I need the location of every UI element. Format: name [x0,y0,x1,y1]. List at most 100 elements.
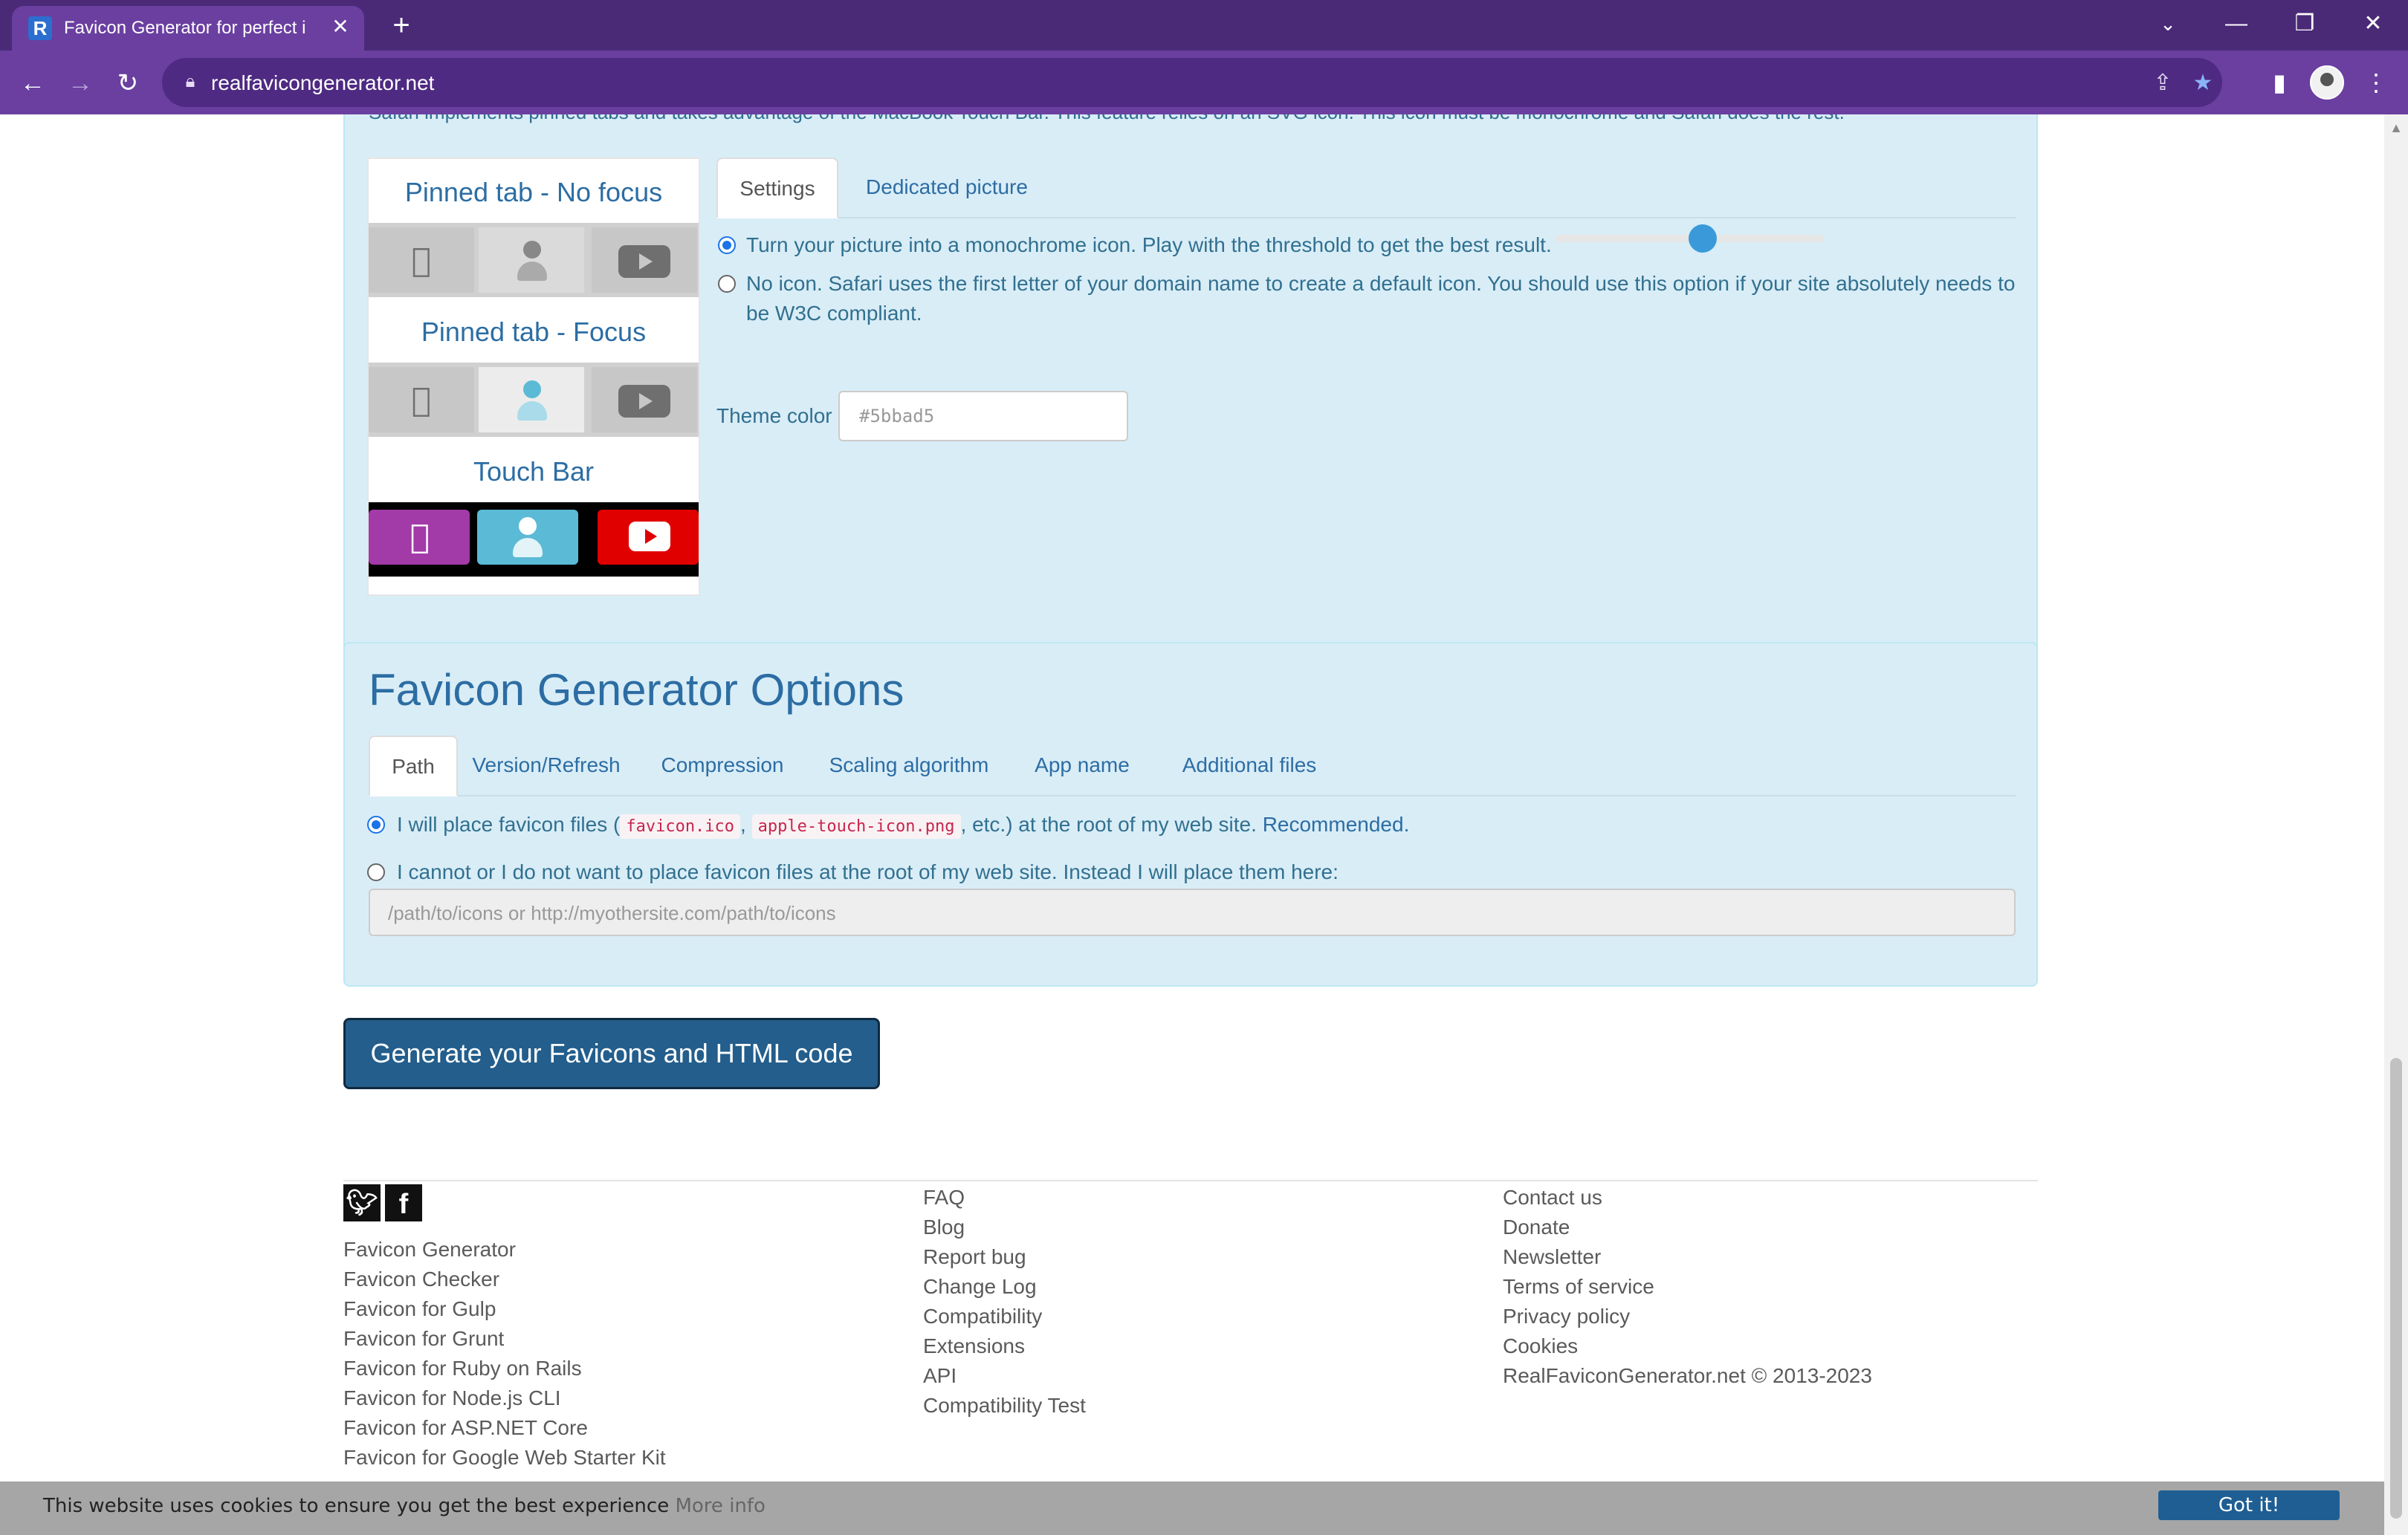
threshold-slider-knob[interactable] [1689,224,1718,253]
cookie-message: This website uses cookies to ensure you … [43,1495,670,1517]
theme-color-input[interactable]: #5bbad5 [838,391,1128,441]
threshold-slider[interactable] [1555,224,1824,253]
options-tabs: Path Version/Refresh Compression Scaling… [369,736,2016,796]
twitter-icon[interactable]: 🐦︎ [343,1184,381,1221]
tab-settings[interactable]: Settings [716,158,838,218]
address-bar[interactable]: 🔒︎ realfavicongenerator.net ⇪ ★ [162,58,2222,107]
tab-version-refresh[interactable]: Version/Refresh [458,736,635,796]
safari-preview: Pinned tab - No focus  Pinned tab - Foc… [367,158,700,596]
footer-link[interactable]: Contact us [1503,1186,1602,1210]
copyright-text: RealFaviconGenerator.net © 2013-2023 [1503,1364,1872,1387]
options-title: Favicon Generator Options [369,665,904,715]
tab-title: Favicon Generator for perfect i [64,18,306,38]
footer-link[interactable]: Newsletter [1503,1245,1601,1269]
youtube-icon [618,245,670,278]
pinned-no-focus-strip:  [369,223,699,297]
lock-icon[interactable]: 🔒︎ [178,70,202,94]
scroll-up-arrow-icon[interactable]: ▲ [2389,120,2404,135]
youtube-icon [629,522,670,551]
custom-path-label: I cannot or I do not want to place favic… [397,860,1339,883]
footer-link[interactable]: Compatibility [923,1305,1042,1328]
close-window-button[interactable]: ✕ [2340,3,2407,45]
tab-path[interactable]: Path [369,736,458,796]
menu-dots-icon[interactable]: ⋮ [2357,64,2395,101]
footer-link[interactable]: Privacy policy [1503,1305,1630,1328]
footer-link[interactable]: Favicon for Gulp [343,1297,496,1321]
side-panel-icon[interactable]: ▮ [2261,64,2298,101]
footer-link[interactable]: Favicon Checker [343,1268,499,1291]
apple-touch-icon-code: apple-touch-icon.png [751,814,961,839]
custom-path-radio[interactable] [367,863,385,881]
reload-icon[interactable]: ↻ [110,65,146,101]
footer-link[interactable]: Report bug [923,1245,1026,1269]
footer-link[interactable]: Change Log [923,1275,1037,1299]
footer-link[interactable]: Favicon for Grunt [343,1327,504,1351]
page-scrollbar[interactable]: ▲ [2384,114,2408,1535]
footer-link[interactable]: Favicon for Google Web Starter Kit [343,1446,666,1470]
cookie-text: This website uses cookies to ensure you … [43,1495,766,1517]
facebook-icon[interactable]: f [385,1184,422,1221]
site-favicon-icon: R [28,16,52,40]
pinned-focus-strip:  [369,363,699,437]
browser-toolbar: ← → ↻ 🔒︎ realfavicongenerator.net ⇪ ★ ▮ … [0,51,2408,114]
footer-link[interactable]: Compatibility Test [923,1394,1086,1418]
root-path-prefix: I will place favicon files ( [397,813,621,836]
recommended-label: Recommended. [1262,813,1410,836]
cookie-more-info-link[interactable]: More info [675,1495,765,1517]
tab-scaling-algorithm[interactable]: Scaling algorithm [810,736,1008,796]
restore-button[interactable]: ❐ [2271,3,2338,45]
browser-tab[interactable]: R Favicon Generator for perfect i ✕ [12,6,364,51]
cookie-accept-button[interactable]: Got it! [2158,1490,2340,1520]
share-icon[interactable]: ⇪ [2148,68,2178,98]
apple-icon:  [403,242,440,279]
root-path-label: I will place favicon files (favicon.ico,… [397,813,1410,839]
footer-link[interactable]: Extensions [923,1334,1025,1358]
footer-link[interactable]: Favicon for Ruby on Rails [343,1357,582,1380]
tab-search-icon[interactable]: ⌄ [2134,3,2201,45]
mono-icon-radio[interactable] [718,236,736,254]
root-path-suffix: , etc.) at the root of my web site. [960,813,1257,836]
touch-bar-preview:  [369,502,699,577]
site-icon-preview [517,241,547,281]
tab-compression[interactable]: Compression [635,736,810,796]
footer-link[interactable]: Favicon for Node.js CLI [343,1386,561,1410]
footer-link[interactable]: Terms of service [1503,1275,1654,1299]
footer-link[interactable]: API [923,1364,957,1388]
footer-link[interactable]: Donate [1503,1216,1570,1239]
custom-path-input[interactable]: /path/to/icons or http://myothersite.com… [369,889,2016,936]
footer-link[interactable]: Cookies [1503,1334,1578,1358]
tab-dedicated-picture[interactable]: Dedicated picture [853,158,1040,218]
no-icon-radio[interactable] [718,275,736,293]
tab-additional-files[interactable]: Additional files [1156,736,1342,796]
safari-description: Safari implements pinned tabs and takes … [369,114,1845,124]
generate-button[interactable]: Generate your Favicons and HTML code [343,1018,880,1089]
forward-arrow-icon[interactable]: → [62,65,98,101]
browser-titlebar: R Favicon Generator for perfect i ✕ + ⌄ … [0,0,2408,51]
profile-avatar[interactable] [2310,65,2344,100]
footer-link[interactable]: Favicon Generator [343,1238,516,1262]
no-icon-label: No icon. Safari uses the first letter of… [746,272,2016,325]
tab-close-icon[interactable]: ✕ [327,13,354,40]
theme-color-label: Theme color [716,404,832,427]
page-viewport: Safari implements pinned tabs and takes … [0,114,2384,1535]
footer-link[interactable]: FAQ [923,1186,965,1210]
footer-link[interactable]: Blog [923,1216,965,1239]
touch-bar-title: Touch Bar [473,456,595,487]
favicon-ico-code: favicon.ico [620,814,741,839]
scrollbar-thumb[interactable] [2390,1058,2402,1519]
footer-divider [343,1180,2038,1181]
url-text[interactable]: realfavicongenerator.net [211,71,434,95]
apple-icon:  [401,519,438,556]
tab-app-name[interactable]: App name [1008,736,1156,796]
cookie-banner: This website uses cookies to ensure you … [0,1482,2384,1535]
bookmark-star-icon[interactable]: ★ [2188,68,2218,98]
footer-link[interactable]: Favicon for ASP.NET Core [343,1416,588,1440]
root-path-radio[interactable] [367,816,385,834]
back-arrow-icon[interactable]: ← [15,65,51,101]
site-icon-touchbar [513,517,543,557]
code-separator: , [740,813,746,836]
apple-icon:  [403,382,440,419]
minimize-button[interactable]: — [2203,3,2270,45]
new-tab-button[interactable]: + [383,9,419,42]
pinned-focus-title: Pinned tab - Focus [421,317,647,347]
